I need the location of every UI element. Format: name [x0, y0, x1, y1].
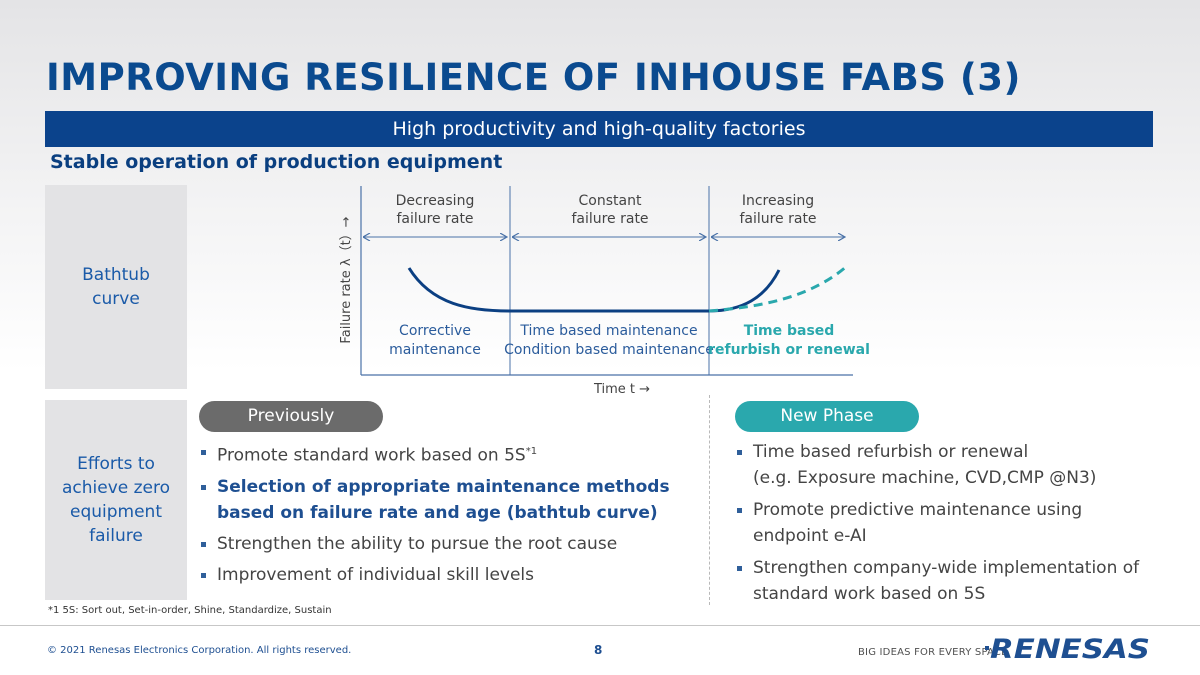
row-label-efforts: Efforts to achieve zero equipment failur… [45, 400, 187, 600]
method-label-1b: maintenance [389, 342, 481, 358]
new-phase-list: Time based refurbish or renewal (e.g. Exp… [735, 439, 1175, 613]
logo-wordmark: RENESAS [990, 634, 1150, 664]
list-item: Time based refurbish or renewal (e.g. Exp… [735, 439, 1175, 491]
method-label-1a: Corrective [399, 323, 471, 339]
method-label-2a: Time based maintenance [519, 323, 697, 339]
list-item: Promote standard work based on 5S*1 [199, 439, 714, 469]
phase-header-1b: failure rate [396, 211, 473, 227]
phase-header-2a: Constant [579, 193, 642, 209]
phase-header-2b: failure rate [571, 211, 648, 227]
new-phase-tag: New Phase [735, 401, 919, 432]
previously-tag: Previously [199, 401, 383, 432]
footer-rule [0, 625, 1200, 626]
list-item: Improvement of individual skill levels [199, 562, 714, 588]
page-number: 8 [594, 643, 603, 657]
row-label-efforts-text: Efforts to achieve zero equipment failur… [61, 454, 171, 546]
method-label-3a: Time based [744, 323, 835, 339]
previously-list: Promote standard work based on 5S*1 Sele… [199, 439, 714, 593]
phase-header-1a: Decreasing [396, 193, 475, 209]
bathtub-curve-line [407, 267, 781, 313]
phase-header-3b: failure rate [739, 211, 816, 227]
method-label-2b: Condition based maintenance [504, 342, 714, 358]
method-label-3b: refurbish or renewal [708, 342, 870, 358]
renesas-logo: RENESAS [985, 634, 1150, 664]
list-item: Selection of appropriate maintenance met… [199, 474, 714, 526]
y-axis-label: Failure rate λ（t）→ [339, 216, 354, 343]
phase-header-3a: Increasing [742, 193, 814, 209]
footnote-ref: *1 [525, 446, 538, 457]
list-item: Strengthen the ability to pursue the roo… [199, 531, 714, 557]
list-item: Strengthen company-wide implementation o… [735, 555, 1175, 607]
copyright: © 2021 Renesas Electronics Corporation. … [47, 645, 352, 656]
x-axis-label: Time t → [593, 382, 650, 397]
bathtub-curve-diagram: Decreasing failure rate Constant failure… [339, 186, 870, 397]
list-item: Promote predictive maintenance using endp… [735, 497, 1175, 549]
footnote: *1 5S: Sort out, Set-in-order, Shine, St… [48, 605, 332, 616]
